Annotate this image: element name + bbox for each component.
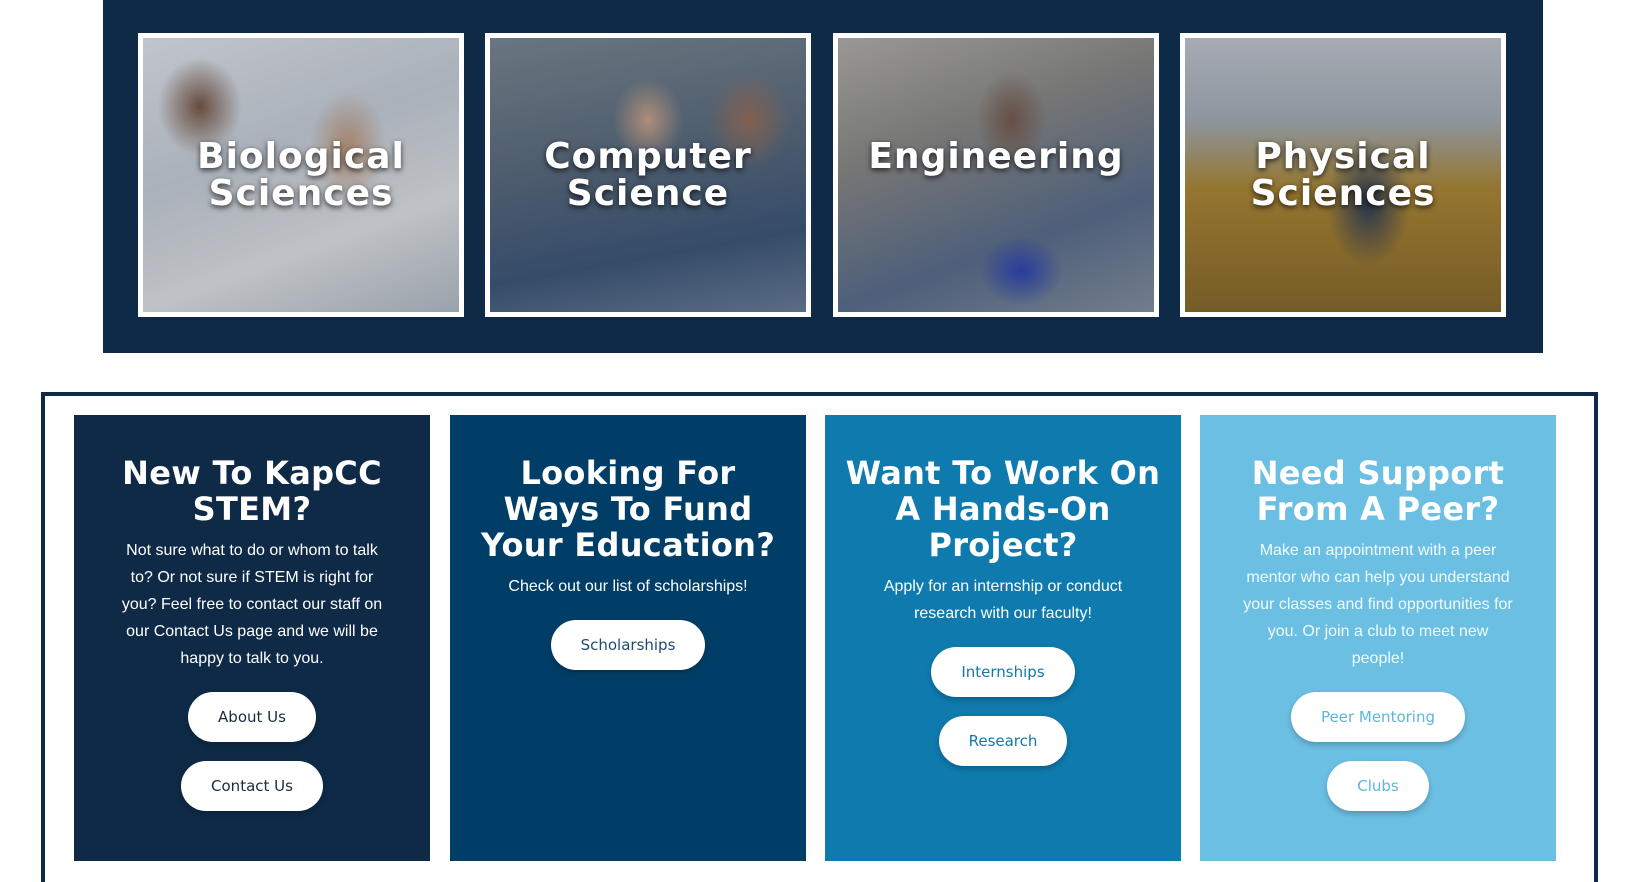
card-text: Not sure what to do or whom to talk to? …: [121, 542, 383, 667]
tile-computer-science[interactable]: Computer Science: [485, 33, 811, 317]
card-title: Want To Work On A Hands-On Project?: [845, 454, 1161, 564]
card-title: New To KapCC STEM?: [122, 454, 382, 528]
tile-label: Engineering: [868, 136, 1124, 177]
card-hands-on-project: Want To Work On A Hands-On Project? Appl…: [825, 415, 1181, 861]
peer-mentoring-button[interactable]: Peer Mentoring: [1290, 692, 1465, 742]
card-peer-support: Need Support From A Peer? Make an appoin…: [1200, 415, 1556, 861]
about-us-button[interactable]: About Us: [188, 692, 316, 742]
tile-biological-sciences[interactable]: Biological Sciences: [138, 33, 464, 317]
card-new-to-stem: New To KapCC STEM? Not sure what to do o…: [74, 415, 430, 861]
card-fund-education: Looking For Ways To Fund Your Education?…: [450, 415, 806, 861]
scholarships-button[interactable]: Scholarships: [550, 620, 706, 670]
tile-engineering[interactable]: Engineering: [833, 33, 1159, 317]
card-text: Check out our list of scholarships!: [508, 578, 748, 595]
internships-button[interactable]: Internships: [931, 647, 1075, 697]
tile-physical-sciences[interactable]: Physical Sciences: [1180, 33, 1506, 317]
card-text: Apply for an internship or conduct resea…: [883, 578, 1123, 622]
tile-label: Physical Sciences: [1250, 136, 1436, 214]
tile-label: Computer Science: [544, 136, 752, 214]
card-title: Need Support From A Peer?: [1251, 454, 1505, 528]
research-button[interactable]: Research: [938, 716, 1068, 766]
tile-label: Biological Sciences: [197, 136, 405, 214]
card-text: Make an appointment with a peer mentor w…: [1243, 542, 1513, 667]
contact-us-button[interactable]: Contact Us: [181, 761, 323, 811]
card-title: Looking For Ways To Fund Your Education?: [480, 454, 776, 564]
clubs-button[interactable]: Clubs: [1327, 761, 1429, 811]
disciplines-section: Biological Sciences Computer Science Eng…: [103, 0, 1543, 353]
